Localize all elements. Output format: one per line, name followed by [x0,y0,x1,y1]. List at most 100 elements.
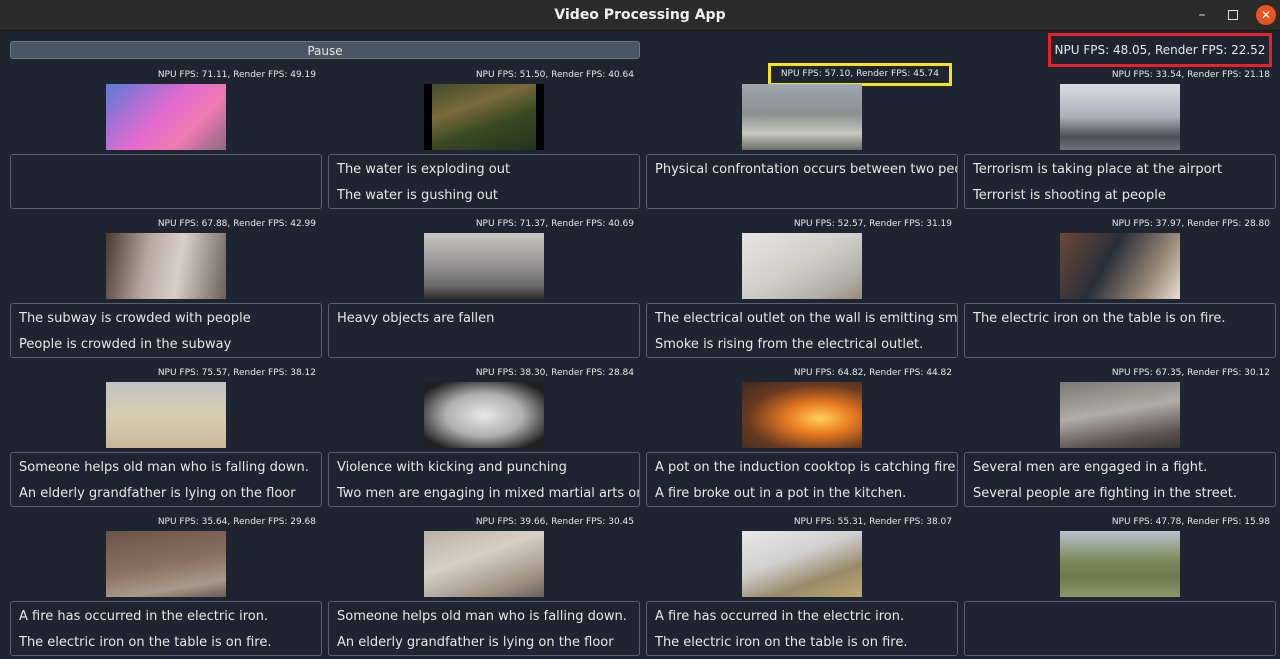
video-thumbnail [106,382,226,448]
video-thumbnail [424,84,544,150]
video-frame-image [1060,233,1180,299]
caption-line: A fire has occurred in the electric iron… [19,609,269,624]
video-thumbnail [742,233,862,299]
caption-box: A fire has occurred in the electric iron… [646,601,958,656]
caption-box: Several men are engaged in a fight. Sever… [964,452,1276,507]
caption-line: The electric iron on the table is on fir… [655,635,908,650]
caption-box: The electric iron on the table is on fir… [964,303,1276,358]
app-window: Video Processing App – ✕ Pause NPU FPS: … [0,0,1280,659]
caption-line [19,186,321,206]
video-thumbnail [1060,531,1180,597]
video-cell: NPU FPS: 51.50, Render FPS: 40.64 The wat… [328,69,640,212]
caption-line: A fire broke out in a pot in the kitchen… [655,486,907,501]
video-thumbnail [742,531,862,597]
caption-line: Violence with kicking and punching [337,460,567,475]
caption-line [973,633,1275,653]
caption-line: Physical confrontation occurs between tw… [655,162,958,177]
maximize-button[interactable] [1223,5,1243,25]
video-frame-image [742,382,862,448]
caption-box: A pot on the induction cooktop is catchi… [646,452,958,507]
caption-box: The subway is crowded with people People … [10,303,322,358]
caption-box: Terrorism is taking place at the airport… [964,154,1276,209]
video-cell: NPU FPS: 71.11, Render FPS: 49.19 [10,69,322,212]
video-frame-image [424,233,544,299]
video-cell: NPU FPS: 37.97, Render FPS: 28.80 The ele… [964,218,1276,361]
video-frame-image [742,233,862,299]
video-cell: NPU FPS: 33.54, Render FPS: 21.18 Terrori… [964,69,1276,212]
video-cell: NPU FPS: 47.78, Render FPS: 15.98 [964,516,1276,659]
video-cell: NPU FPS: 57.10, Render FPS: 45.74 Physica… [646,63,958,212]
pause-button[interactable]: Pause [10,41,640,59]
caption-line: A pot on the induction cooktop is catchi… [655,460,958,475]
caption-line: People is crowded in the subway [19,337,232,352]
window-title: Video Processing App [554,7,726,23]
cell-fps-readout: NPU FPS: 75.57, Render FPS: 38.12 [157,368,316,378]
video-cell: NPU FPS: 38.30, Render FPS: 28.84 Violenc… [328,367,640,510]
caption-box [964,601,1276,656]
caption-line [973,607,1275,627]
video-thumbnail [1060,84,1180,150]
video-frame-image [424,84,544,150]
caption-line: The water is gushing out [337,188,499,203]
video-frame-image [424,382,544,448]
caption-line: Heavy objects are fallen [337,311,495,326]
letterbox-bar [424,84,432,150]
video-thumbnail [742,84,862,150]
video-cell: NPU FPS: 64.82, Render FPS: 44.82 A pot o… [646,367,958,510]
cell-fps-readout: NPU FPS: 52.57, Render FPS: 31.19 [793,219,952,229]
caption-box: Someone helps old man who is falling dow… [10,452,322,507]
global-fps-readout: NPU FPS: 48.05, Render FPS: 22.52 [1048,33,1272,67]
caption-line: The water is exploding out [337,162,511,177]
caption-box: Someone helps old man who is falling dow… [328,601,640,656]
video-frame-image [1060,84,1180,150]
video-frame-image [1060,531,1180,597]
caption-line: The subway is crowded with people [19,311,251,326]
caption-line: Two men are engaging in mixed martial ar… [337,486,640,501]
caption-line: Several people are fighting in the stree… [973,486,1237,501]
cell-fps-readout: NPU FPS: 51.50, Render FPS: 40.64 [475,70,634,80]
video-cell: NPU FPS: 39.66, Render FPS: 30.45 Someone… [328,516,640,659]
cell-fps-readout: NPU FPS: 67.88, Render FPS: 42.99 [157,219,316,229]
caption-box: Physical confrontation occurs between tw… [646,154,958,209]
caption-line: The electric iron on the table is on fir… [973,311,1226,326]
video-cell: NPU FPS: 67.35, Render FPS: 30.12 Several… [964,367,1276,510]
caption-line: Terrorist is shooting at people [973,188,1166,203]
caption-line: Someone helps old man who is falling dow… [19,460,309,475]
title-bar[interactable]: Video Processing App – ✕ [0,0,1280,31]
minimize-button[interactable]: – [1192,5,1212,25]
caption-line: Someone helps old man who is falling dow… [337,609,627,624]
video-frame-image [106,84,226,150]
caption-line [19,160,321,180]
caption-box: The electrical outlet on the wall is emi… [646,303,958,358]
video-frame-image [1060,382,1180,448]
video-thumbnail [106,84,226,150]
caption-line: The electrical outlet on the wall is emi… [655,311,958,326]
cell-fps-readout: NPU FPS: 37.97, Render FPS: 28.80 [1111,219,1270,229]
video-cell: NPU FPS: 35.64, Render FPS: 29.68 A fire … [10,516,322,659]
video-thumbnail [742,382,862,448]
caption-box: Violence with kicking and punching Two me… [328,452,640,507]
maximize-icon [1228,10,1238,20]
caption-line: Smoke is rising from the electrical outl… [655,337,924,352]
video-frame-image [106,233,226,299]
caption-box: The water is exploding out The water is g… [328,154,640,209]
video-thumbnail [106,233,226,299]
video-cell: NPU FPS: 71.37, Render FPS: 40.69 Heavy o… [328,218,640,361]
cell-fps-readout: NPU FPS: 33.54, Render FPS: 21.18 [1111,70,1270,80]
video-frame-image [106,382,226,448]
caption-line [973,335,1275,355]
video-thumbnail [106,531,226,597]
cell-fps-readout: NPU FPS: 57.10, Render FPS: 45.74 [767,63,952,86]
close-icon: ✕ [1260,8,1272,22]
video-cell: NPU FPS: 52.57, Render FPS: 31.19 The ele… [646,218,958,361]
cell-fps-readout: NPU FPS: 38.30, Render FPS: 28.84 [475,368,634,378]
caption-line: Several men are engaged in a fight. [973,460,1208,475]
video-frame-image [106,531,226,597]
letterbox-bar [536,84,544,150]
video-thumbnail [424,382,544,448]
cell-fps-readout: NPU FPS: 64.82, Render FPS: 44.82 [793,368,952,378]
close-button[interactable]: ✕ [1256,5,1276,25]
video-thumbnail [424,531,544,597]
cell-fps-readout: NPU FPS: 55.31, Render FPS: 38.07 [793,517,952,527]
cell-fps-readout: NPU FPS: 47.78, Render FPS: 15.98 [1111,517,1270,527]
